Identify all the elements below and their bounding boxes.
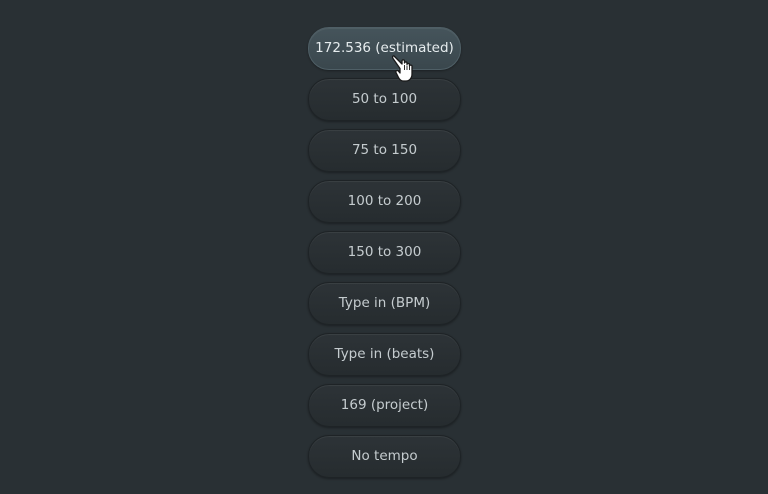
- tempo-option-50-to-100[interactable]: 50 to 100: [308, 78, 461, 121]
- tempo-option-type-in-beats[interactable]: Type in (beats): [308, 333, 461, 376]
- tempo-option-100-to-200[interactable]: 100 to 200: [308, 180, 461, 223]
- tempo-option-no-tempo[interactable]: No tempo: [308, 435, 461, 478]
- tempo-option-type-in-bpm[interactable]: Type in (BPM): [308, 282, 461, 325]
- tempo-option-project[interactable]: 169 (project): [308, 384, 461, 427]
- tempo-option-75-to-150[interactable]: 75 to 150: [308, 129, 461, 172]
- tempo-menu: 172.536 (estimated) 50 to 100 75 to 150 …: [308, 27, 461, 486]
- tempo-option-150-to-300[interactable]: 150 to 300: [308, 231, 461, 274]
- tempo-option-estimated[interactable]: 172.536 (estimated): [308, 27, 461, 70]
